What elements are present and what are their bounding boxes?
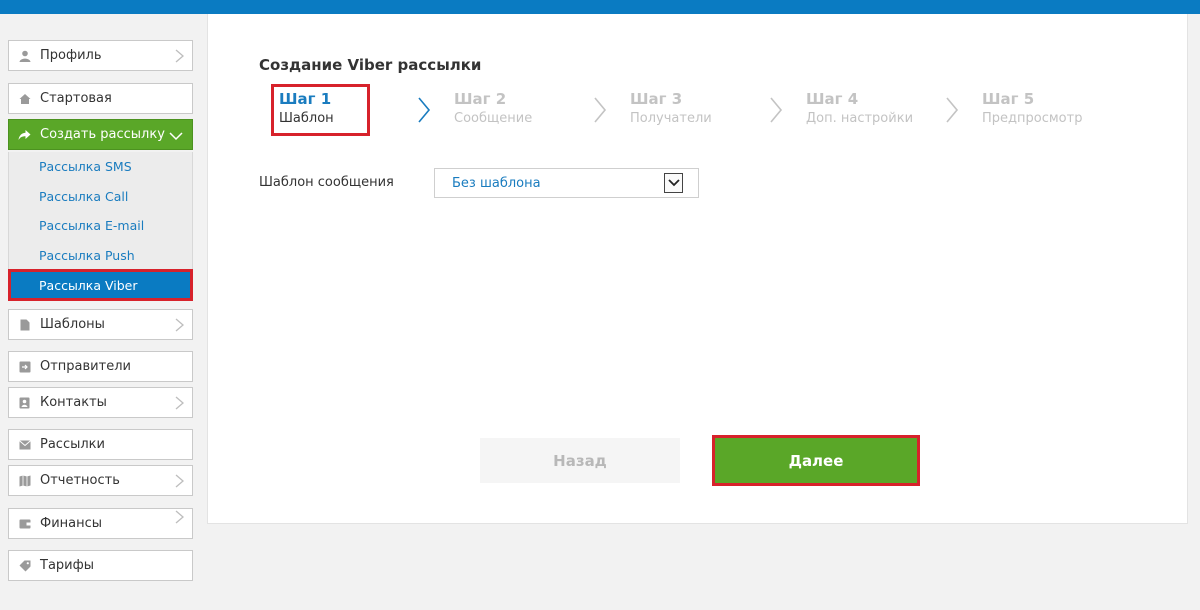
main-panel: Создание Viber рассылки Шаг 1 Шаблон Шаг… [207,14,1188,524]
sidebar-item-finance[interactable]: Финансы [8,508,193,539]
page-title: Создание Viber рассылки [259,56,482,74]
chevron-right-icon [175,49,184,63]
submenu-create-mailing: Рассылка SMS Рассылка Call Рассылка E-ma… [8,152,193,301]
template-select[interactable]: Без шаблона [434,168,699,198]
sidebar-subitem-call[interactable]: Рассылка Call [9,182,192,212]
step-title: Шаг 3 [630,90,683,108]
chevron-right-icon [175,474,184,488]
wallet-icon [18,517,31,530]
sidebar-item-label: Финансы [40,516,103,531]
template-select-value: Без шаблона [452,175,541,191]
sidebar-subitem-sms[interactable]: Рассылка SMS [9,152,192,182]
step-2[interactable]: Шаг 2 Сообщение [454,90,594,126]
step-4[interactable]: Шаг 4 Доп. настройки [806,90,946,126]
highlight-box [271,84,370,136]
sidebar-item-label: Шаблоны [40,317,105,332]
sidebar-item-tariffs[interactable]: Тарифы [8,550,193,581]
step-title: Шаг 4 [806,90,859,108]
chevron-right-icon [946,97,959,123]
sidebar-item-label: Отчетность [40,473,120,488]
sender-icon [18,360,31,373]
sidebar-item-reports[interactable]: Отчетность [8,465,193,496]
envelope-icon [18,438,31,451]
sidebar-item-create-mailing[interactable]: Создать рассылку [8,119,193,150]
user-icon [18,49,31,62]
sidebar-item-label: Стартовая [40,91,112,106]
step-title: Шаг 5 [982,90,1035,108]
share-arrow-icon [18,128,31,141]
step-subtitle: Предпросмотр [982,111,1083,126]
chevron-right-icon [175,318,184,332]
step-3[interactable]: Шаг 3 Получатели [630,90,770,126]
chevron-right-icon [175,396,184,410]
sidebar-item-label: Тарифы [40,558,94,573]
sidebar-item-label: Рассылки [40,437,105,452]
step-subtitle: Получатели [630,111,712,126]
template-label: Шаблон сообщения [259,175,394,190]
sidebar-item-mailings[interactable]: Рассылки [8,429,193,460]
step-subtitle: Доп. настройки [806,111,914,126]
sidebar-subitem-viber[interactable]: Рассылка Viber [8,269,193,301]
tag-icon [18,559,31,572]
step-5[interactable]: Шаг 5 Предпросмотр [982,90,1122,126]
home-icon [18,92,31,105]
chevron-down-icon[interactable] [664,173,683,193]
sidebar-item-label: Создать рассылку [40,127,165,142]
next-button[interactable]: Далее [712,435,920,486]
sidebar-item-home[interactable]: Стартовая [8,83,193,114]
chevron-down-icon [169,132,183,141]
step-1[interactable]: Шаг 1 Шаблон [271,84,419,136]
document-icon [18,318,31,331]
step-subtitle: Сообщение [454,111,533,126]
contact-card-icon [18,396,31,409]
sidebar-subitem-email[interactable]: Рассылка E-mail [9,211,192,241]
sidebar-item-templates[interactable]: Шаблоны [8,309,193,340]
back-button[interactable]: Назад [480,438,680,483]
sidebar-item-label: Отправители [40,359,131,374]
chevron-right-icon [770,97,783,123]
chevron-right-icon [594,97,607,123]
top-bar [0,0,1200,14]
chevron-right-icon [418,97,431,123]
step-title: Шаг 2 [454,90,507,108]
sidebar-item-profile[interactable]: Профиль [8,40,193,71]
chevron-right-icon [175,510,184,524]
sidebar-item-senders[interactable]: Отправители [8,351,193,382]
sidebar-item-label: Профиль [40,48,102,63]
sidebar-item-contacts[interactable]: Контакты [8,387,193,418]
sidebar-subitem-push[interactable]: Рассылка Push [9,241,192,271]
map-icon [18,474,31,487]
sidebar-item-label: Контакты [40,395,107,410]
